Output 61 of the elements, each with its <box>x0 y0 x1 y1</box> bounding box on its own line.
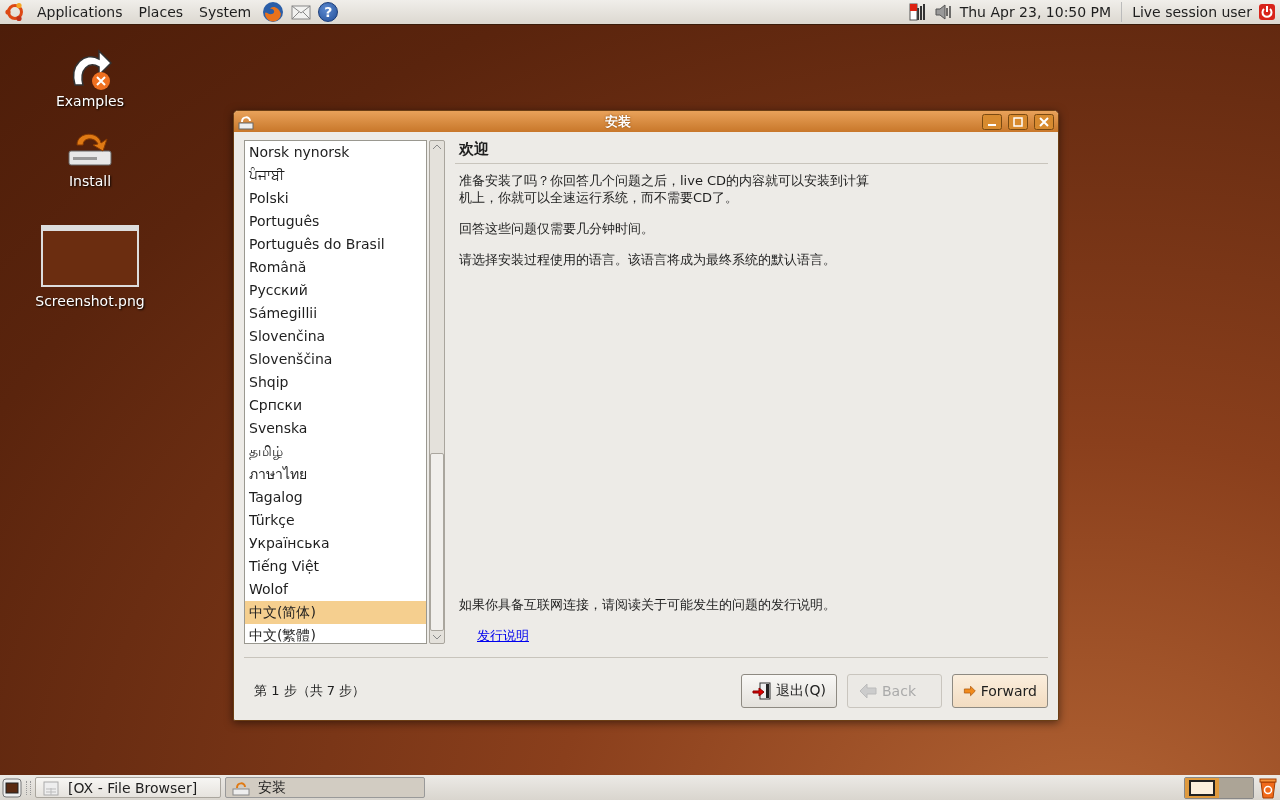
user-name[interactable]: Live session user <box>1132 4 1252 20</box>
workspace[interactable] <box>1185 777 1219 798</box>
scrollbar-thumb[interactable] <box>430 453 444 631</box>
show-desktop-icon[interactable] <box>2 777 22 798</box>
language-item[interactable]: Polski <box>245 187 426 210</box>
language-item[interactable]: Wolof <box>245 578 426 601</box>
window-icon <box>42 778 60 797</box>
release-notes-link[interactable]: 发行说明 <box>477 627 529 645</box>
language-item[interactable]: ਪੰਜਾਬੀ <box>245 164 426 187</box>
browser-icon[interactable] <box>262 1 285 23</box>
language-item[interactable]: Norsk nynorsk <box>245 141 426 164</box>
desktop-icon-label[interactable]: Install <box>68 173 112 189</box>
panel-menu[interactable]: Places <box>133 4 189 20</box>
language-item[interactable]: Sámegillii <box>245 302 426 325</box>
exit-door-icon <box>752 681 772 701</box>
language-item[interactable]: Português <box>245 210 426 233</box>
language-item[interactable]: Svenska <box>245 417 426 440</box>
desktop-icon-label[interactable]: Examples <box>56 93 124 109</box>
maximize-icon[interactable] <box>1008 113 1028 130</box>
clock[interactable]: Thu Apr 23, 10:50 PM <box>959 4 1112 20</box>
ubuntu-logo-icon[interactable] <box>4 1 26 23</box>
release-note-text: 如果你具备互联网连接，请阅读关于可能发生的问题的发行说明。 <box>459 596 837 613</box>
left-arrow-icon <box>858 681 878 701</box>
page-heading: 欢迎 <box>455 140 1048 164</box>
language-item[interactable]: Türkçe <box>245 509 426 532</box>
quit-button[interactable]: 退出(Q) <box>741 674 837 708</box>
installer-icon[interactable] <box>238 113 254 130</box>
language-item[interactable]: Shqip <box>245 371 426 394</box>
forward-button[interactable]: Forward <box>952 674 1048 708</box>
close-icon[interactable] <box>1034 113 1054 130</box>
step-counter: 第 1 步（共 7 步） <box>254 682 366 700</box>
help-icon[interactable]: ? <box>318 2 339 22</box>
language-item[interactable]: Slovenščina <box>245 348 426 371</box>
paragraph: 准备安装了吗？你回答几个问题之后，live CD的内容就可以安装到计算机上，你就可以全速运行系统，而不需要CD了。 <box>459 172 871 206</box>
window-title: 安装 <box>604 112 632 131</box>
language-item[interactable]: Српски <box>245 394 426 417</box>
taskbar-button[interactable]: [OX - File Browser] <box>35 777 221 798</box>
language-item[interactable]: தமிழ் <box>245 440 426 463</box>
paragraph: 请选择安装过程使用的语言。该语言将成为最终系统的默认语言。 <box>459 251 837 268</box>
scrollbar[interactable] <box>429 140 445 644</box>
power-icon[interactable] <box>1258 3 1276 21</box>
taskbar-button[interactable]: 安装 <box>225 777 425 798</box>
language-item[interactable]: Русский <box>245 279 426 302</box>
language-item[interactable]: Українська <box>245 532 426 555</box>
speaker-icon[interactable] <box>933 2 954 22</box>
panel-menu[interactable]: Applications <box>32 4 128 20</box>
language-item[interactable]: ภาษาไทย <box>245 463 426 486</box>
language-item[interactable]: Português do Brasil <box>245 233 426 256</box>
language-item[interactable]: Tagalog <box>245 486 426 509</box>
trash-icon[interactable] <box>1258 776 1278 799</box>
language-item[interactable]: 中文(简体) <box>245 601 426 624</box>
minimize-icon[interactable] <box>982 113 1002 130</box>
paragraph: 回答这些问题仅需要几分钟时间。 <box>459 220 655 237</box>
language-item[interactable]: Tiếng Việt <box>245 555 426 578</box>
language-item[interactable]: 中文(繁體) <box>245 624 426 643</box>
image-thumbnail[interactable] <box>41 225 139 287</box>
desktop-icon-label[interactable]: Screenshot.png <box>35 293 145 309</box>
network-disconnected-icon[interactable] <box>907 2 928 22</box>
panel-menu[interactable]: System <box>194 4 257 20</box>
language-item[interactable]: Română <box>245 256 426 279</box>
language-item[interactable]: Slovenčina <box>245 325 426 348</box>
